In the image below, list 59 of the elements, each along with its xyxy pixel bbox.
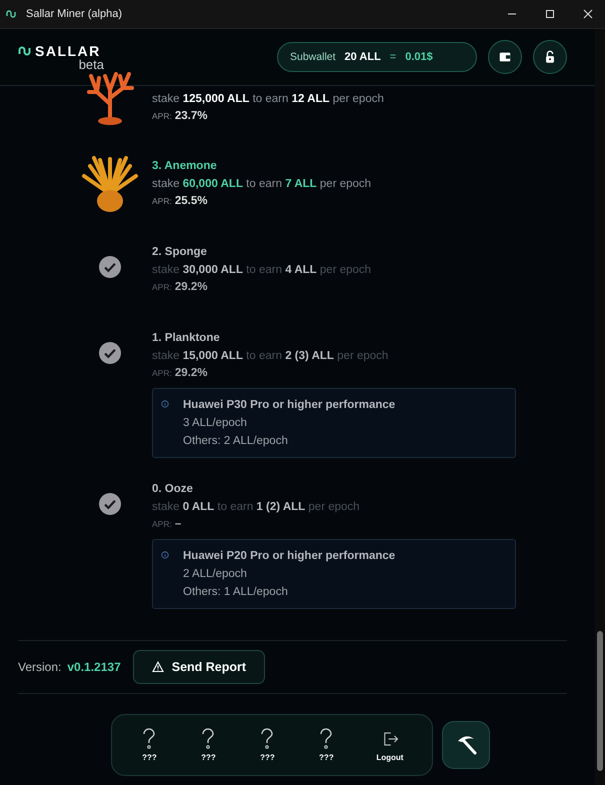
close-icon[interactable]	[583, 9, 593, 19]
nav-button[interactable]: ???	[199, 728, 218, 762]
coral-icon	[85, 72, 135, 126]
scrollbar[interactable]	[595, 29, 605, 785]
apr-value: 23.7%	[174, 109, 208, 124]
tier-title: 3. Anemone	[152, 159, 218, 174]
apr-label: APR:	[152, 518, 172, 531]
info-title: Huawei P20 Pro or higher performance	[183, 549, 396, 564]
apr-label: APR:	[152, 195, 172, 208]
wallet-icon	[498, 50, 512, 64]
check-circle-icon	[99, 256, 121, 278]
stake-text: stake 30,000 ALL to earn 4 ALL per epoch	[152, 263, 372, 278]
app-logo-icon	[6, 10, 18, 18]
tier-title: 2. Sponge	[152, 245, 208, 260]
info-line: 3 ALL/epoch	[183, 416, 248, 431]
info-title: Huawei P30 Pro or higher performance	[183, 398, 396, 413]
info-line: Others: 1 ALL/epoch	[183, 585, 289, 600]
info-line: Others: 2 ALL/epoch	[183, 434, 289, 449]
version-label: Version:	[18, 660, 62, 674]
mine-button[interactable]	[442, 721, 490, 769]
equals-sign: =	[390, 51, 396, 63]
tier-title: 0. Ooze	[152, 482, 194, 497]
info-icon	[161, 400, 169, 408]
apr-value: 29.2%	[174, 366, 208, 381]
maximize-icon[interactable]	[545, 9, 555, 19]
apr-label: APR:	[152, 110, 172, 123]
window-title: Sallar Miner (alpha)	[26, 8, 122, 20]
stake-text: stake 60,000 ALL to earn 7 ALL per epoch	[152, 177, 372, 192]
send-report-button[interactable]: Send Report	[132, 650, 266, 684]
apr-value: –	[174, 517, 182, 532]
info-icon	[161, 551, 169, 559]
info-line: 2 ALL/epoch	[183, 567, 248, 582]
apr-value: 25.5%	[174, 194, 208, 209]
stake-text: stake 125,000 ALL to earn 12 ALL per epoch	[152, 92, 384, 107]
subwallet-pill[interactable]: Subwallet 20 ALL = 0.01$	[277, 42, 477, 72]
nav-button[interactable]: ???	[140, 728, 158, 762]
logo-icon	[18, 46, 32, 56]
apr-label: APR:	[152, 367, 172, 380]
wallet-amount: 20 ALL	[344, 51, 381, 63]
check-circle-icon	[99, 493, 121, 515]
wallet-button[interactable]	[488, 40, 522, 74]
apr-value: 29.2%	[174, 280, 208, 295]
check-circle-icon	[99, 342, 121, 364]
wallet-value: 0.01$	[405, 51, 433, 63]
unlock-icon	[543, 50, 557, 64]
tier-title: 1. Planktone	[152, 331, 221, 346]
stake-text: stake 0 ALL to earn 1 (2) ALL per epoch	[152, 500, 361, 515]
warning-icon	[152, 661, 164, 673]
nav-button[interactable]: ???	[258, 728, 276, 762]
nav-button[interactable]: Logout	[376, 728, 404, 762]
wallet-label: Subwallet	[290, 51, 336, 63]
nav-button[interactable]: ???	[317, 728, 336, 762]
anemone-icon	[80, 154, 140, 214]
apr-label: APR:	[152, 281, 172, 294]
logo-text: SALLAR	[35, 42, 101, 58]
version-number: v0.1.2137	[67, 660, 121, 674]
logo-subtitle: beta	[78, 56, 104, 72]
stake-text: stake 15,000 ALL to earn 2 (3) ALL per epoch	[152, 349, 390, 364]
lock-button[interactable]	[533, 40, 567, 74]
